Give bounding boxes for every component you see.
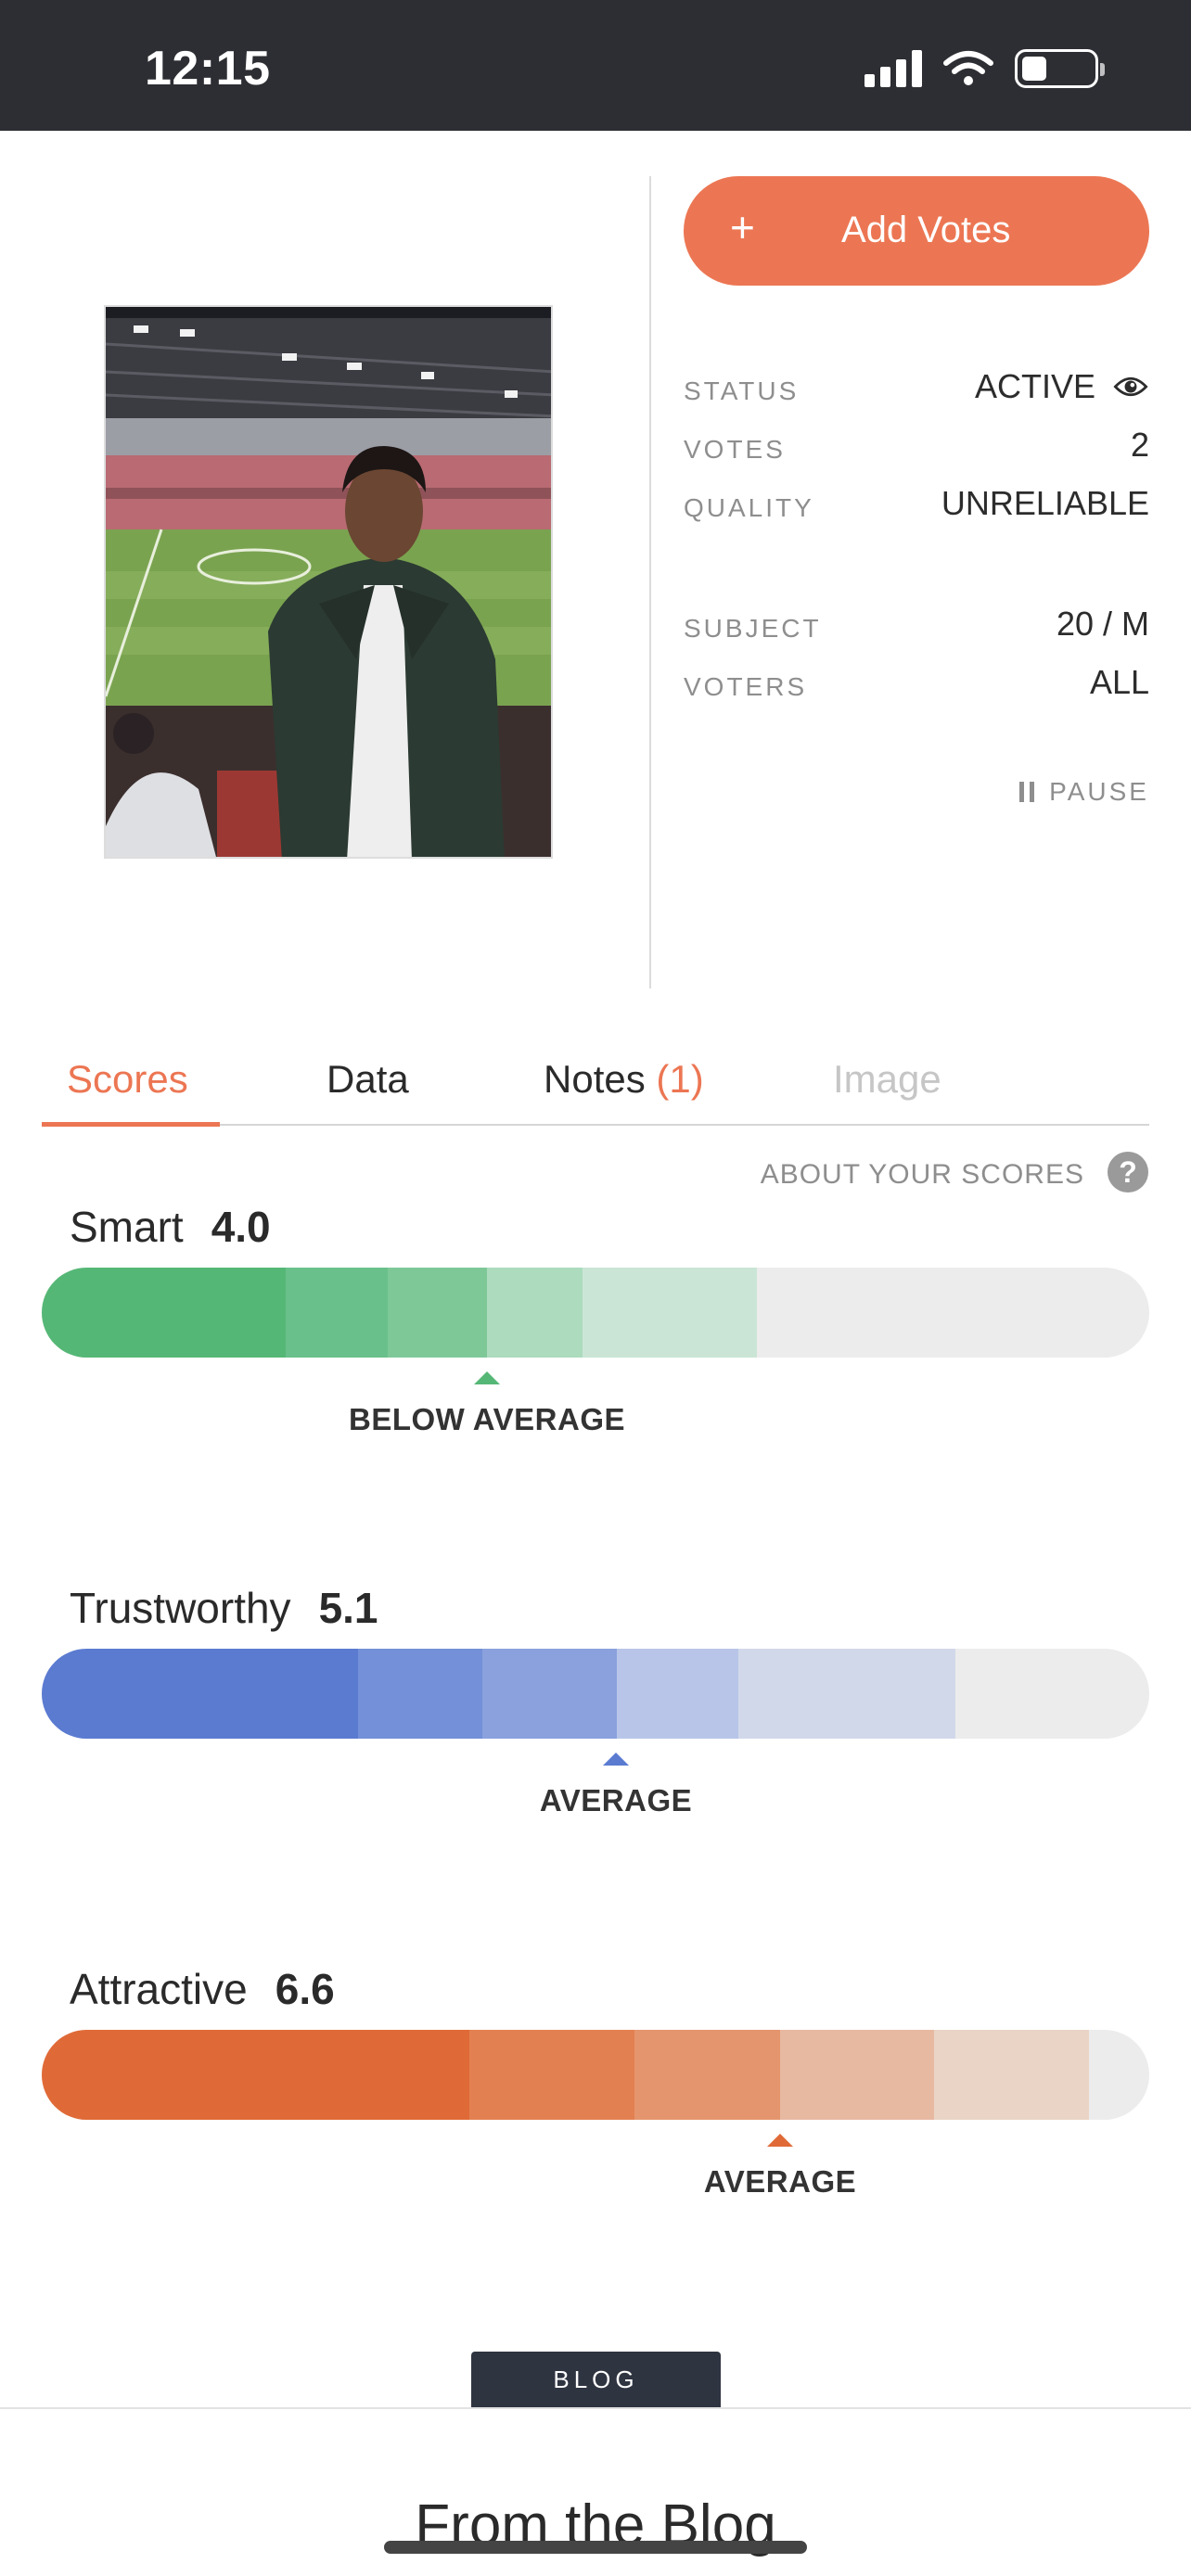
score-label: Attractive bbox=[70, 1965, 248, 2013]
help-icon[interactable]: ? bbox=[1108, 1152, 1148, 1192]
bar-segment bbox=[469, 2030, 634, 2120]
status-row: STATUS ACTIVE bbox=[684, 363, 1149, 410]
votes-value: 2 bbox=[1130, 426, 1149, 464]
score-marker bbox=[767, 2134, 793, 2147]
voters-value: ALL bbox=[1089, 663, 1149, 701]
home-indicator[interactable] bbox=[384, 2541, 807, 2554]
score-label: Smart bbox=[70, 1203, 184, 1251]
status-label: STATUS bbox=[684, 376, 800, 405]
quality-row: QUALITY UNRELIABLE bbox=[684, 480, 1149, 527]
pause-icon bbox=[1019, 782, 1035, 802]
bar-segment bbox=[388, 1268, 487, 1358]
score-bar-attractive bbox=[42, 2030, 1149, 2120]
score-rating: AVERAGE bbox=[539, 1783, 693, 1817]
tab-data[interactable]: Data bbox=[327, 1057, 409, 1102]
stadium-photo-illustration bbox=[106, 307, 551, 857]
score-value: 5.1 bbox=[318, 1584, 378, 1632]
score-title-smart: Smart 4.0 bbox=[70, 1202, 271, 1252]
blog-tag[interactable]: BLOG bbox=[471, 2352, 721, 2407]
vertical-divider bbox=[649, 176, 651, 988]
score-marker bbox=[603, 1753, 629, 1766]
add-votes-button[interactable]: + Add Votes bbox=[684, 176, 1149, 286]
score-bar-trustworthy bbox=[42, 1649, 1149, 1739]
bar-segment bbox=[286, 1268, 388, 1358]
score-title-trustworthy: Trustworthy 5.1 bbox=[70, 1583, 378, 1633]
bar-segment bbox=[358, 1649, 482, 1739]
tab-image: Image bbox=[833, 1057, 941, 1101]
bar-segment bbox=[738, 1649, 955, 1739]
score-rating: BELOW AVERAGE bbox=[348, 1402, 626, 1436]
votes-row: VOTES 2 bbox=[684, 422, 1149, 468]
status-value-text: ACTIVE bbox=[974, 367, 1095, 405]
bar-segment bbox=[482, 1649, 617, 1739]
score-value: 6.6 bbox=[275, 1965, 335, 2013]
pause-label: PAUSE bbox=[1049, 777, 1149, 806]
bar-segment bbox=[42, 1649, 358, 1739]
voters-label: VOTERS bbox=[684, 672, 808, 701]
blog-divider bbox=[0, 2407, 1191, 2409]
battery-icon bbox=[1015, 49, 1105, 88]
eye-icon[interactable] bbox=[1112, 376, 1149, 398]
about-scores-link[interactable]: ABOUT YOUR SCORES bbox=[761, 1159, 1084, 1191]
status-bar: 12:15 bbox=[0, 0, 1191, 131]
quality-label: QUALITY bbox=[684, 493, 814, 522]
tab-scores[interactable]: Scores bbox=[67, 1057, 188, 1102]
bar-segment bbox=[780, 2030, 934, 2120]
votes-label: VOTES bbox=[684, 435, 786, 464]
bar-segment bbox=[934, 2030, 1089, 2120]
cellular-signal-icon bbox=[864, 50, 922, 87]
status-icons bbox=[864, 48, 1105, 89]
score-label: Trustworthy bbox=[70, 1584, 291, 1632]
bar-segment bbox=[42, 1268, 286, 1358]
active-tab-indicator bbox=[42, 1122, 220, 1127]
status-value: ACTIVE bbox=[975, 367, 1149, 406]
score-value: 4.0 bbox=[211, 1203, 271, 1251]
pause-button[interactable]: PAUSE bbox=[1019, 777, 1149, 807]
bar-segment bbox=[617, 1649, 738, 1739]
wifi-icon bbox=[943, 51, 993, 85]
score-marker bbox=[474, 1371, 500, 1384]
subject-row: SUBJECT 20 / M bbox=[684, 601, 1149, 647]
notes-count-badge: (1) bbox=[656, 1057, 704, 1101]
voters-row: VOTERS ALL bbox=[684, 659, 1149, 706]
bar-segment bbox=[634, 2030, 780, 2120]
score-bar-smart bbox=[42, 1268, 1149, 1358]
tab-notes[interactable]: Notes (1) bbox=[544, 1057, 704, 1102]
quality-value: UNRELIABLE bbox=[941, 484, 1149, 522]
profile-photo[interactable] bbox=[104, 305, 553, 859]
status-time: 12:15 bbox=[145, 42, 271, 96]
bar-segment bbox=[42, 2030, 469, 2120]
tab-notes-label: Notes bbox=[544, 1057, 646, 1101]
score-title-attractive: Attractive 6.6 bbox=[70, 1964, 335, 2014]
tab-bar: Scores Data Notes (1) Image bbox=[42, 1048, 1149, 1127]
subject-value: 20 / M bbox=[1056, 605, 1149, 643]
bar-segment bbox=[487, 1268, 583, 1358]
plus-icon: + bbox=[730, 203, 755, 251]
add-votes-label: Add Votes bbox=[841, 210, 1011, 250]
score-rating: AVERAGE bbox=[703, 2164, 857, 2199]
subject-label: SUBJECT bbox=[684, 614, 822, 643]
bar-segment bbox=[583, 1268, 757, 1358]
